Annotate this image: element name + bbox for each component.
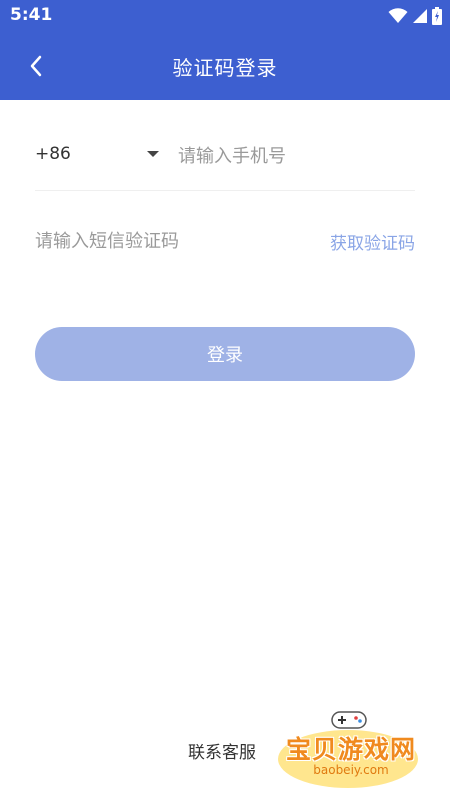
status-bar: 5:41 — [0, 0, 450, 32]
wifi-icon — [388, 8, 408, 23]
status-time: 5:41 — [10, 5, 53, 25]
status-icons — [388, 7, 442, 25]
battery-icon — [432, 7, 442, 25]
dropdown-arrow-icon[interactable] — [147, 151, 159, 157]
signal-icon — [413, 9, 427, 23]
sms-code-input[interactable] — [35, 225, 295, 257]
login-button[interactable]: 登录 — [35, 327, 415, 381]
phone-input[interactable] — [178, 140, 413, 172]
get-code-button[interactable]: 获取验证码 — [330, 229, 415, 254]
gamepad-icon — [331, 711, 367, 729]
header: 5:41 验证码登录 — [0, 0, 450, 100]
watermark-text: 宝贝游戏网 — [285, 735, 416, 764]
watermark-logo: 宝贝游戏网 baobeiy.com — [276, 708, 426, 788]
watermark-url: baobeiy.com — [313, 763, 389, 777]
contact-support-link[interactable]: 联系客服 — [188, 738, 256, 763]
page-title: 验证码登录 — [172, 56, 278, 80]
code-row: 获取验证码 — [35, 215, 415, 267]
country-code[interactable]: +86 — [35, 144, 71, 164]
nav-bar: 验证码登录 — [0, 32, 450, 100]
phone-row: +86 — [35, 130, 415, 191]
